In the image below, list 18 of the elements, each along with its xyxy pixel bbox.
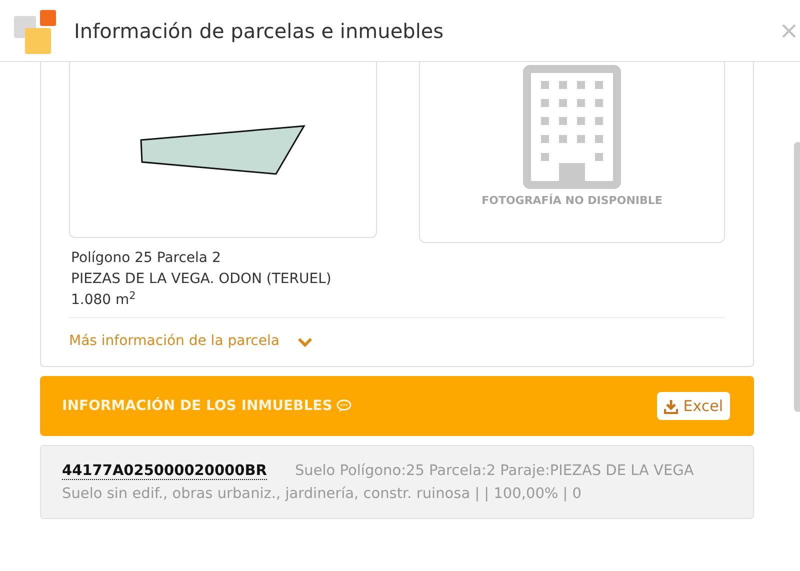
download-icon (664, 398, 678, 414)
property-details: Suelo sin edif., obras urbaniz., jardinería, constr. ruinosa | | 100,00% | 0 (62, 485, 583, 504)
building-icon (523, 65, 621, 189)
properties-title: INFORMACIÓN DE LOS INMUEBLES (62, 396, 332, 416)
parcel-name: Polígono 25 Parcela 2 (71, 249, 222, 268)
more-info-link[interactable]: Más información de la parcela (69, 331, 280, 352)
comment-icon (336, 399, 352, 413)
close-icon (782, 24, 796, 38)
property-reference-link[interactable]: 44177A025000020000BR (62, 463, 267, 480)
parcel-location: PIEZAS DE LA VEGA. ODON (TERUEL) (71, 270, 332, 289)
window-title: Información de parcelas e inmuebles (74, 18, 445, 44)
chevron-icon[interactable] (297, 336, 314, 346)
property-description: Suelo Polígono:25 Parcela:2 Paraje:PIEZAS DE LA VEGA (294, 463, 694, 479)
parcel-area: 1.080 m$^{2}$ (71, 290, 725, 311)
photo-caption: FOTOGRAFÍA NO DISPONIBLE (482, 193, 662, 209)
excel-button[interactable]: Excel (657, 392, 730, 420)
scrollbar-thumb[interactable] (794, 142, 800, 412)
logo-icon (12, 8, 58, 54)
